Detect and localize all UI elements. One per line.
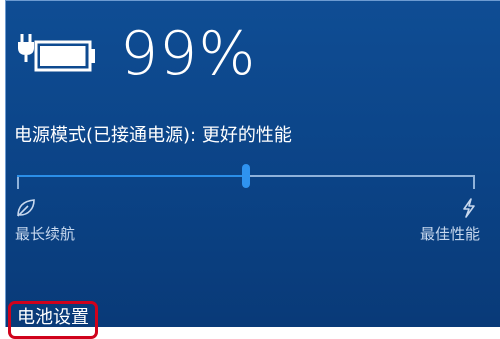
best-performance-end: 最佳性能	[420, 197, 480, 244]
lightning-icon	[463, 198, 475, 218]
slider-tick-right	[473, 177, 475, 189]
power-mode-label: 电源模式(已接通电源): 更好的性能	[14, 125, 292, 146]
power-mode-slider[interactable]	[17, 161, 475, 191]
best-battery-label: 最长续航	[15, 225, 76, 243]
slider-tick-left	[17, 177, 19, 189]
battery-percentage: 99%	[120, 19, 257, 89]
leaf-icon	[17, 199, 35, 217]
slider-fill	[17, 175, 246, 177]
slider-thumb[interactable]	[242, 164, 250, 188]
battery-settings-link[interactable]: 电池设置	[8, 301, 98, 339]
battery-status: 99%	[16, 19, 256, 89]
best-performance-label: 最佳性能	[419, 225, 480, 243]
battery-flyout: 99% 电源模式(已接通电源): 更好的性能 最长续航 最佳性能 电池设置	[5, 0, 500, 339]
best-battery-end: 最长续航	[15, 197, 75, 244]
battery-charging-icon	[18, 34, 95, 72]
